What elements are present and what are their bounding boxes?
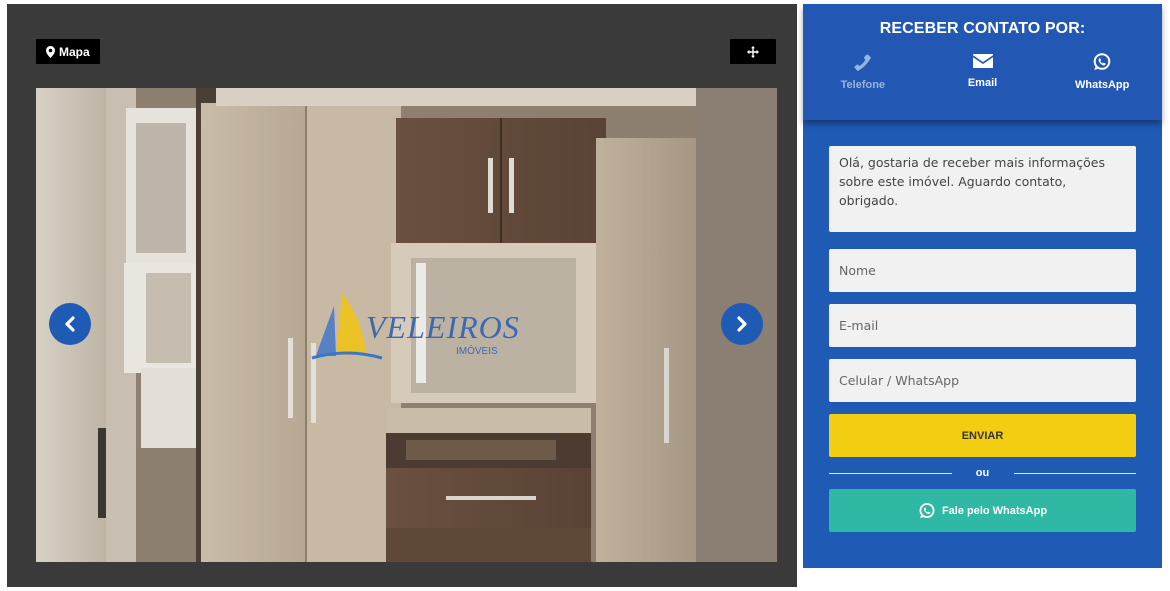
chevron-left-icon <box>65 316 75 332</box>
move-arrows-icon <box>747 45 759 58</box>
message-textarea[interactable]: Olá, gostaria de receber mais informaçõe… <box>829 146 1136 232</box>
map-button[interactable]: Mapa <box>36 39 100 64</box>
previous-photo-button[interactable] <box>49 303 91 345</box>
chevron-right-icon <box>737 316 747 332</box>
divider-line-right <box>1013 472 1136 474</box>
contact-options-header: RECEBER CONTATO POR: Telefone Email What… <box>803 4 1162 120</box>
contact-option-whatsapp-label: WhatsApp <box>1074 79 1130 91</box>
envelope-icon <box>972 54 993 68</box>
contact-option-whatsapp[interactable]: WhatsApp <box>1042 52 1162 91</box>
whatsapp-chat-button[interactable]: Fale pelo WhatsApp <box>829 489 1136 532</box>
phone-input[interactable] <box>829 359 1136 402</box>
map-button-label: Mapa <box>59 44 90 59</box>
contact-option-email[interactable]: Email <box>923 52 1043 91</box>
watermark-sub: IMÓVEIS <box>456 344 498 357</box>
contact-option-phone-label: Telefone <box>840 79 886 91</box>
property-photo: VELEIROS IMÓVEIS <box>36 88 777 562</box>
watermark-brand: VELEIROS <box>366 309 520 345</box>
or-label: ou <box>975 467 990 479</box>
contact-method-selector: Telefone Email WhatsApp <box>803 52 1162 91</box>
whatsapp-icon <box>1093 53 1111 70</box>
whatsapp-chat-label: Fale pelo WhatsApp <box>941 504 1048 517</box>
divider-line-left <box>829 472 952 474</box>
contact-title: RECEBER CONTATO POR: <box>879 20 1086 37</box>
contact-option-email-label: Email <box>967 77 998 89</box>
contact-form: Olá, gostaria de receber mais informaçõe… <box>829 146 1136 532</box>
photo-gallery: Mapa VELEIROS IMÓVEIS <box>7 4 797 587</box>
phone-icon <box>854 54 871 71</box>
contact-option-phone[interactable]: Telefone <box>803 52 923 91</box>
contact-panel: RECEBER CONTATO POR: Telefone Email What… <box>803 4 1162 568</box>
email-input[interactable] <box>829 304 1136 347</box>
next-photo-button[interactable] <box>721 303 763 345</box>
name-input[interactable] <box>829 249 1136 292</box>
whatsapp-icon <box>919 502 935 518</box>
or-divider: ou <box>829 463 1136 483</box>
fullscreen-button[interactable] <box>730 39 776 64</box>
send-button[interactable]: ENVIAR <box>829 414 1136 457</box>
map-pin-icon <box>46 45 55 58</box>
